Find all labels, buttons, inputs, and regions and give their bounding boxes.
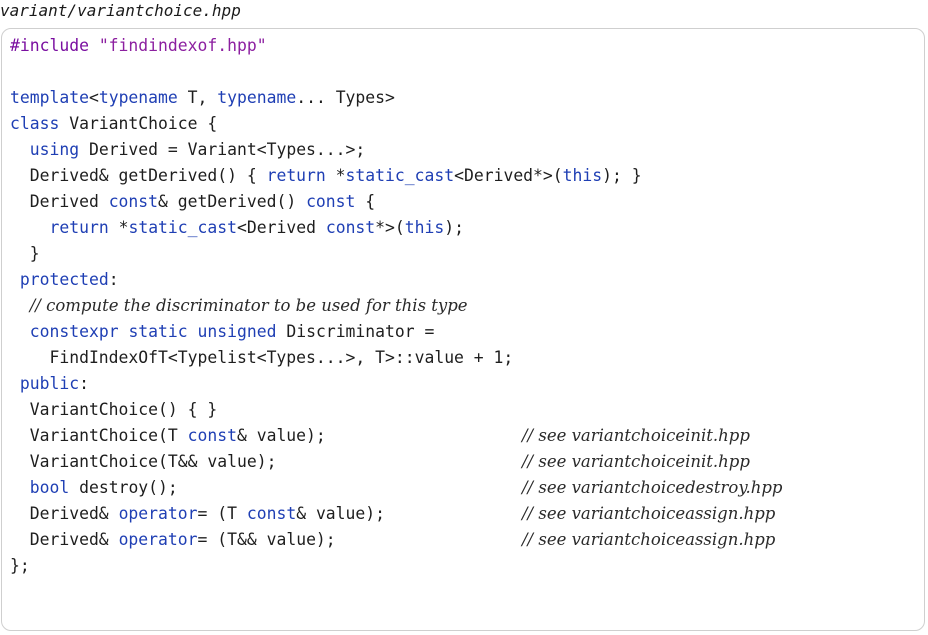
code-token-keyword: public	[19, 374, 80, 393]
code-token-text: = (T	[197, 504, 247, 523]
trailing-comment: // see variantchoiceinit.hpp	[522, 426, 750, 445]
code-token-text: destroy();	[69, 478, 178, 497]
code-token-keyword: protected	[19, 270, 109, 289]
code-token-text: VariantChoice(T&& value);	[10, 452, 277, 471]
code-token-keyword: template	[10, 88, 89, 107]
code-token-keyword: const	[187, 426, 237, 445]
code-token-keyword: this	[562, 166, 603, 185]
code-token-text: T,	[177, 88, 218, 107]
code-token-text: }	[10, 244, 40, 263]
code-token-text: & value);	[296, 504, 386, 523]
code-token-text: & getDerived()	[158, 192, 307, 211]
code-line: using Derived = Variant<Types...>;	[10, 137, 916, 163]
code-line: VariantChoice(T const& value); // see var…	[10, 423, 916, 449]
code-token-keyword: constexpr	[29, 322, 119, 341]
code-token-text: ... Types>	[296, 88, 395, 107]
code-token-string: "findindexof.hpp"	[98, 36, 267, 55]
code-line: Derived& getDerived() { return *static_c…	[10, 163, 916, 189]
trailing-comment: // see variantchoicedestroy.hpp	[522, 478, 783, 497]
code-lines: #include "findindexof.hpp"​template<type…	[10, 33, 916, 579]
trailing-comment: // see variantchoiceassign.hpp	[522, 504, 776, 523]
code-line: class VariantChoice {	[10, 111, 916, 137]
code-token-keyword: static_cast	[128, 218, 238, 237]
trailing-comment: // see variantchoiceinit.hpp	[522, 452, 750, 471]
code-token-text: {	[355, 192, 376, 211]
code-token-text: & value);	[236, 426, 326, 445]
code-token-keyword: unsigned	[197, 322, 277, 341]
code-line: VariantChoice() { }	[10, 397, 916, 423]
code-token-keyword: return	[49, 218, 109, 237]
code-line: return *static_cast<Derived const*>(this…	[10, 215, 916, 241]
code-token-keyword: bool	[29, 478, 70, 497]
code-line: Derived& operator= (T const& value); // s…	[10, 501, 916, 527]
code-line: ​	[10, 59, 916, 85]
code-token-keyword: class	[10, 114, 60, 133]
code-token-text: VariantChoice(T	[10, 426, 188, 445]
code-token-text: Derived& getDerived() {	[10, 166, 267, 185]
code-token-text: :	[108, 270, 119, 289]
code-token-text: :	[79, 374, 89, 393]
code-token-keyword: return	[266, 166, 326, 185]
code-line: FindIndexOfT<Typelist<Types...>, T>::val…	[10, 345, 916, 371]
code-line: constexpr static unsigned Discriminator …	[10, 319, 916, 345]
code-line: #include "findindexof.hpp"	[10, 33, 916, 59]
code-token-keyword: const	[108, 192, 159, 211]
code-token-text: Derived&	[10, 504, 119, 523]
code-token-text: *>(	[375, 218, 405, 237]
code-token-keyword: const	[306, 192, 356, 211]
code-token-keyword: operator	[118, 504, 198, 523]
code-token-keyword: using	[29, 140, 80, 159]
code-token-text: Derived&	[10, 530, 119, 549]
code-line: };	[10, 553, 916, 579]
code-token-keyword: const	[325, 218, 376, 237]
code-line: VariantChoice(T&& value); // see variantc…	[10, 449, 916, 475]
code-token-text: Derived = Variant<Types...>;	[79, 140, 366, 159]
code-listing: #include "findindexof.hpp"​template<type…	[1, 28, 925, 631]
code-token-comment: // compute the discriminator to be used …	[29, 296, 468, 315]
code-token-keyword: typename	[217, 88, 297, 107]
code-token-text: );	[444, 218, 465, 237]
code-token-keyword: typename	[98, 88, 178, 107]
code-line: public:	[10, 371, 916, 397]
code-line: protected:	[10, 267, 916, 293]
code-token-text: <	[88, 88, 99, 107]
code-token-text: Derived	[10, 192, 109, 211]
code-token-text: Discriminator =	[276, 322, 435, 341]
code-token-text: VariantChoice {	[59, 114, 218, 133]
code-token-keyword: const	[246, 504, 297, 523]
code-token-keyword: this	[404, 218, 445, 237]
code-line: bool destroy(); // see variantchoicedestr…	[10, 475, 916, 501]
code-line: // compute the discriminator to be used …	[10, 293, 916, 319]
code-token-text: <Derived	[237, 218, 326, 237]
code-token-text: FindIndexOfT<Typelist<Types...>, T>::val…	[10, 348, 514, 367]
code-token-text: };	[10, 556, 30, 575]
code-token-text: *	[108, 218, 129, 237]
code-token-keyword: static_cast	[345, 166, 455, 185]
code-line: Derived const& getDerived() const {	[10, 189, 916, 215]
code-line: Derived& operator= (T&& value); // see va…	[10, 527, 916, 553]
trailing-comment: // see variantchoiceassign.hpp	[522, 530, 776, 549]
code-token-text: ); }	[602, 166, 642, 185]
code-token-keyword: operator	[118, 530, 198, 549]
code-token-text: <Derived*>(	[454, 166, 563, 185]
code-token-keyword: static	[128, 322, 188, 341]
code-token-directive: #include	[10, 36, 99, 55]
code-token-text: *	[325, 166, 346, 185]
code-line: }	[10, 241, 916, 267]
code-line: template<typename T, typename... Types>	[10, 85, 916, 111]
code-token-text: VariantChoice() { }	[10, 400, 218, 419]
file-name-caption: variant/variantchoice.hpp	[0, 1, 241, 20]
code-token-text: = (T&& value);	[197, 530, 336, 549]
